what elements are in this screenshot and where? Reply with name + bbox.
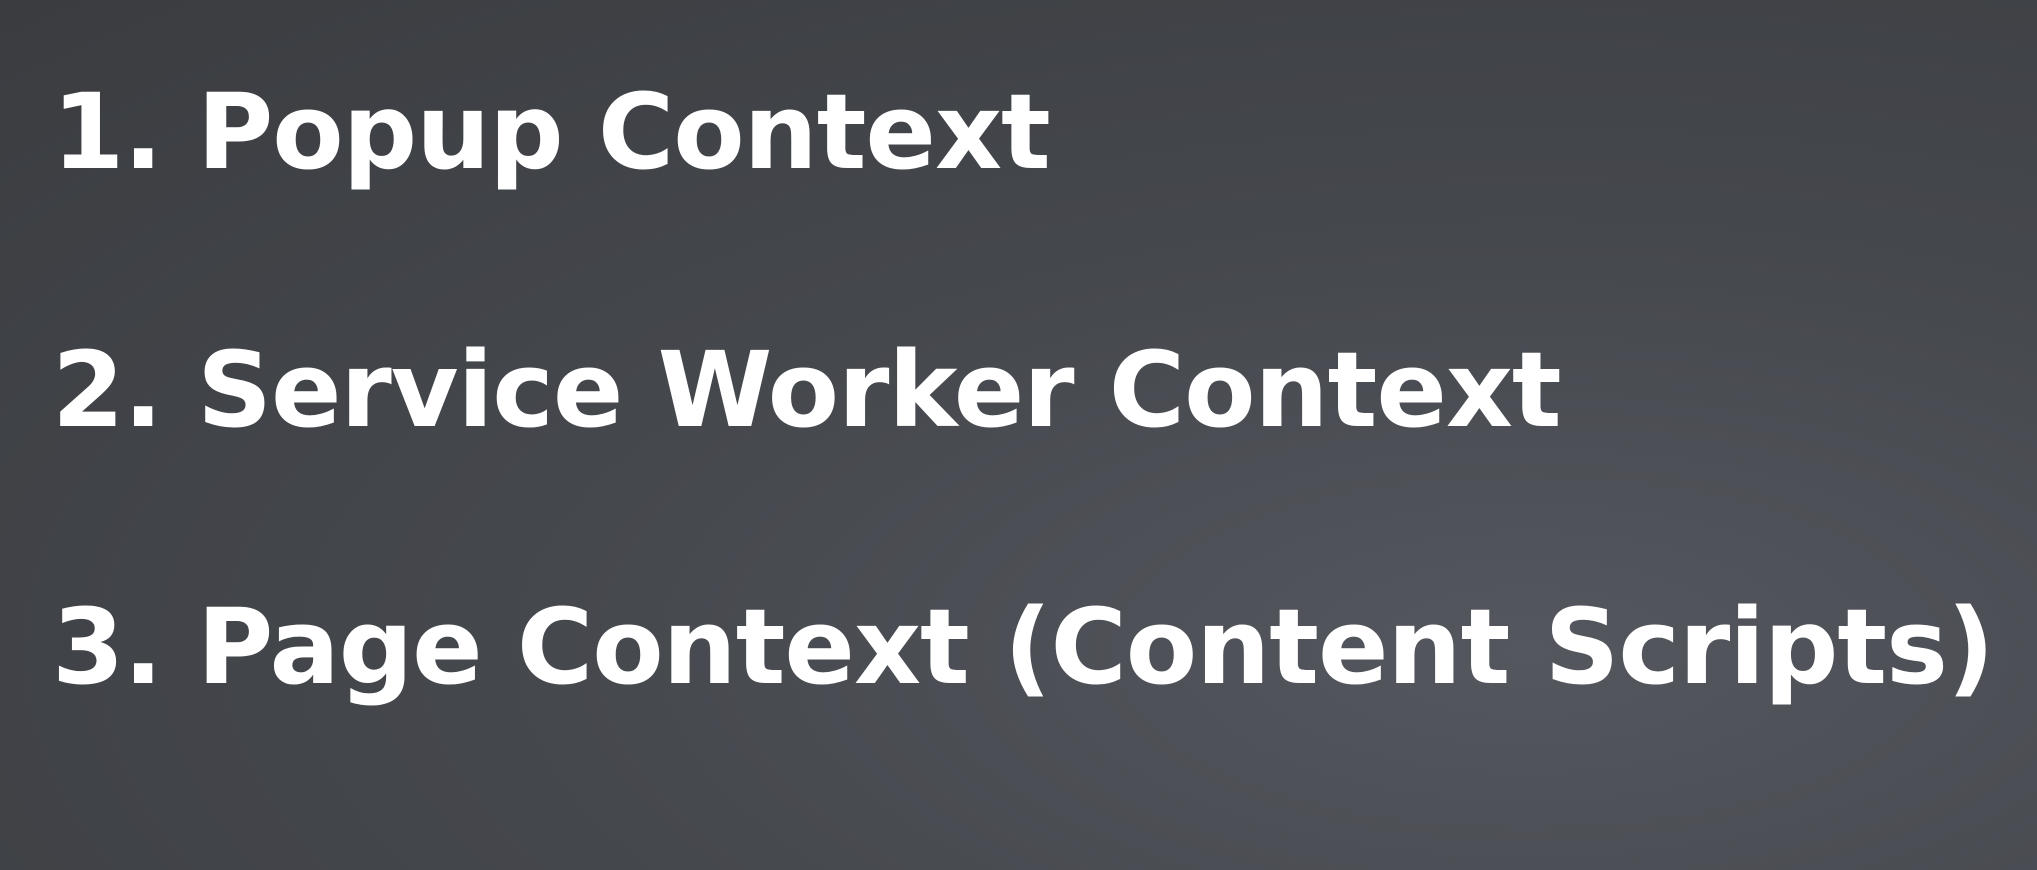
list-item-page-context: 3. Page Context (Content Scripts) (52, 586, 1995, 708)
list-item-service-worker-context: 2. Service Worker Context (52, 329, 1562, 451)
list-item-popup-context: 1. Popup Context (52, 71, 1051, 193)
slide: 1. Popup Context 2. Service Worker Conte… (0, 0, 2037, 870)
